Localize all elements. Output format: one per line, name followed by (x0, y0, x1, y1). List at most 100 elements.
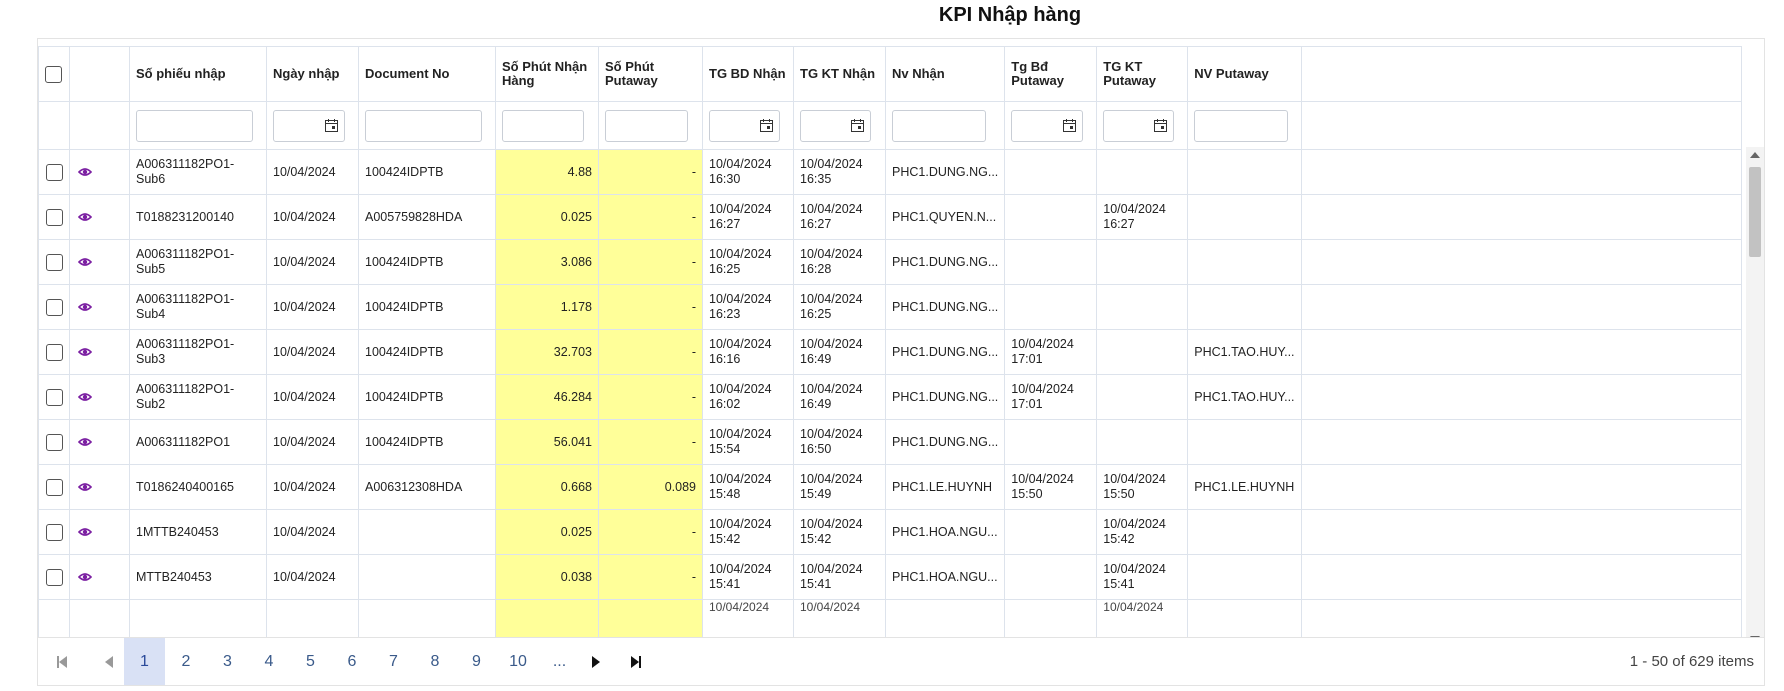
cell-tg-bd-nhan: 10/04/2024 16:02 (702, 374, 794, 420)
eye-icon[interactable] (78, 572, 92, 582)
cell-so-phut-nhan-hang: 32.703 (495, 329, 599, 375)
eye-icon[interactable] (78, 482, 92, 492)
table-row[interactable]: T0186240400165 10/04/2024 A006312308HDA 0.6… (38, 464, 1743, 510)
row-checkbox[interactable] (45, 568, 63, 586)
cell-ngay-nhap: 10/04/2024 (266, 554, 359, 600)
cell-so-phut-putaway: - (598, 239, 703, 285)
filter-document-no[interactable] (365, 109, 482, 142)
scroll-up-icon[interactable] (1750, 152, 1760, 158)
eye-icon[interactable] (78, 302, 92, 312)
last-page-button[interactable] (616, 638, 656, 685)
page-button-9[interactable]: 9 (456, 638, 497, 685)
page-button-6[interactable]: 6 (332, 638, 373, 685)
row-checkbox[interactable] (45, 478, 63, 496)
eye-icon[interactable] (78, 347, 92, 357)
row-checkbox[interactable] (45, 208, 63, 226)
filter-tg-bd-nhan[interactable] (709, 109, 780, 142)
filter-tg-bd-putaway[interactable] (1011, 109, 1084, 142)
filter-nv-putaway[interactable] (1194, 109, 1289, 142)
cell-tg-bd-nhan: 10/04/2024 15:42 (702, 509, 794, 555)
cell-tg-bd-putaway: 10/04/2024 17:01 (1004, 329, 1098, 375)
page-button-7[interactable]: 7 (373, 638, 414, 685)
table-row[interactable]: A006311182PO1-Sub2 10/04/2024 100424IDPTB 4… (38, 374, 1743, 420)
header-tg-bd-nhan[interactable]: TG BD Nhận (702, 46, 794, 102)
page-button-4[interactable]: 4 (249, 638, 290, 685)
row-checkbox[interactable] (45, 298, 63, 316)
page-button-8[interactable]: 8 (415, 638, 456, 685)
table-row[interactable]: A006311182PO1 10/04/2024 100424IDPTB 56.041… (38, 419, 1743, 465)
calendar-icon[interactable] (325, 118, 338, 132)
cell-ngay-nhap: 10/04/2024 (266, 284, 359, 330)
select-all-checkbox[interactable] (45, 65, 62, 83)
calendar-icon[interactable] (851, 118, 864, 132)
calendar-icon[interactable] (760, 118, 773, 132)
table-row[interactable]: 1MTTB240453 10/04/2024 0.025-10/04/2024 15… (38, 509, 1743, 555)
page-more-button[interactable]: ... (539, 638, 580, 685)
table-row[interactable]: A006311182PO1-Sub3 10/04/2024 100424IDPTB 3… (38, 329, 1743, 375)
filter-ngay-nhap[interactable] (273, 109, 345, 142)
filter-so-phut-nhan-hang[interactable] (502, 109, 584, 142)
eye-icon[interactable] (78, 437, 92, 447)
page-button-3[interactable]: 3 (207, 638, 248, 685)
header-so-phut-nhan-hang[interactable]: Số Phút Nhận Hàng (495, 46, 599, 102)
cell-so-phut-putaway: - (598, 149, 703, 195)
calendar-icon[interactable] (1154, 118, 1168, 132)
cell-tg-kt-putaway (1096, 284, 1189, 330)
grid-scroll-area: Số phiếu nhập Ngày nhập Document No Số P… (38, 39, 1746, 685)
row-checkbox[interactable] (45, 523, 63, 541)
header-so-phut-putaway[interactable]: Số Phút Putaway (598, 46, 703, 102)
row-checkbox[interactable] (45, 163, 63, 181)
scrollbar-thumb[interactable] (1749, 167, 1761, 257)
table-row[interactable]: A006311182PO1-Sub4 10/04/2024 100424IDPTB 1… (38, 284, 1743, 330)
row-checkbox[interactable] (45, 433, 63, 451)
header-so-phieu-nhap[interactable]: Số phiếu nhập (129, 46, 267, 102)
cell-so-phut-putaway: - (598, 419, 703, 465)
row-checkbox[interactable] (45, 388, 63, 406)
table-row[interactable]: A006311182PO1-Sub5 10/04/2024 100424IDPTB 3… (38, 239, 1743, 285)
cell-so-phieu-nhap: T0188231200140 (129, 194, 267, 240)
row-checkbox[interactable] (45, 253, 63, 271)
filter-so-phieu-nhap[interactable] (136, 109, 253, 142)
page-button-1[interactable]: 1 (124, 638, 165, 685)
header-ngay-nhap[interactable]: Ngày nhập (266, 46, 359, 102)
filter-tg-kt-putaway[interactable] (1103, 109, 1175, 142)
cell-nv-nhan: PHC1.DUNG.NG... (884, 329, 1006, 375)
header-tg-kt-nhan[interactable]: TG KT Nhận (793, 46, 886, 102)
page-button-2[interactable]: 2 (166, 638, 207, 685)
cell-so-phut-nhan-hang: 0.025 (495, 194, 599, 240)
table-row[interactable]: T0188231200140 10/04/2024 A005759828HDA 0.0… (38, 194, 1743, 240)
next-page-button[interactable] (576, 638, 616, 685)
table-row[interactable]: MTTB240453 10/04/2024 0.038-10/04/2024 15:… (38, 554, 1743, 600)
header-tg-kt-putaway[interactable]: TG KT Putaway (1096, 46, 1189, 102)
row-checkbox[interactable] (45, 343, 63, 361)
vertical-scrollbar[interactable] (1746, 147, 1764, 647)
calendar-icon[interactable] (1063, 118, 1077, 132)
cell-tg-kt-nhan: 10/04/2024 16:27 (793, 194, 886, 240)
eye-icon[interactable] (78, 527, 92, 537)
cell-tg-bd-putaway (1004, 554, 1098, 600)
page-button-10[interactable]: 10 (498, 638, 539, 685)
cell-so-phieu-nhap: T0186240400165 (129, 464, 267, 510)
cell-tg-kt-nhan: 10/04/2024 16:50 (793, 419, 886, 465)
first-page-button[interactable] (38, 638, 85, 685)
header-document-no[interactable]: Document No (358, 46, 496, 102)
header-select-all[interactable] (38, 46, 70, 102)
header-nv-putaway[interactable]: NV Putaway (1187, 46, 1303, 102)
cell-tg-bd-putaway: 10/04/2024 17:01 (1004, 374, 1098, 420)
eye-icon[interactable] (78, 167, 92, 177)
cell-nv-nhan: PHC1.QUYEN.N... (884, 194, 1006, 240)
filter-tg-kt-nhan[interactable] (800, 109, 871, 142)
cell-so-phut-nhan-hang: 3.086 (495, 239, 599, 285)
header-tg-bd-putaway[interactable]: Tg Bđ Putaway (1004, 46, 1098, 102)
cell-tg-bd-nhan: 10/04/2024 16:25 (702, 239, 794, 285)
page-button-5[interactable]: 5 (290, 638, 331, 685)
header-nv-nhan[interactable]: Nv Nhận (884, 46, 1006, 102)
filter-so-phut-putaway[interactable] (605, 109, 688, 142)
eye-icon[interactable] (78, 212, 92, 222)
eye-icon[interactable] (78, 257, 92, 267)
filter-nv-nhan[interactable] (892, 109, 986, 142)
cell-tg-bd-nhan: 10/04/2024 16:16 (702, 329, 794, 375)
table-row[interactable]: A006311182PO1-Sub6 10/04/2024 100424IDPTB 4… (38, 149, 1743, 195)
cell-tg-bd-putaway (1004, 239, 1098, 285)
eye-icon[interactable] (78, 392, 92, 402)
